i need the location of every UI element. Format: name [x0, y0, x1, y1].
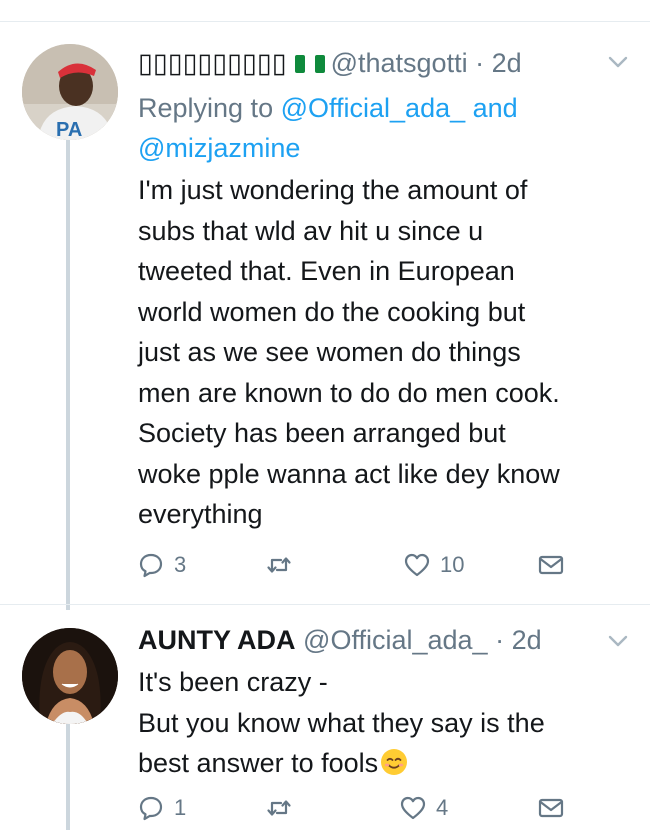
avatar-shirt-text: PA — [56, 119, 82, 140]
tweet-text: I'm just wondering the amount of subs th… — [138, 175, 560, 529]
reply-icon — [139, 796, 163, 821]
handle[interactable]: @Official_ada_ — [303, 625, 488, 655]
chevron-down-icon[interactable] — [607, 634, 629, 648]
retweet-button[interactable] — [266, 795, 302, 821]
envelope-icon — [538, 798, 564, 818]
reply-button[interactable]: 3 — [138, 552, 186, 578]
chevron-down-icon[interactable] — [607, 55, 629, 69]
top-divider — [0, 0, 650, 22]
dot-separator: · — [475, 48, 485, 78]
display-name[interactable]: ▯▯▯▯▯▯▯▯▯▯ — [138, 48, 287, 78]
avatar[interactable] — [22, 628, 118, 724]
tweet-divider — [0, 604, 650, 605]
timestamp[interactable]: 2d — [512, 625, 542, 655]
envelope-icon — [538, 555, 564, 575]
mention-link[interactable]: @Official_ada_ — [281, 93, 466, 123]
retweet-icon — [267, 557, 291, 573]
timestamp[interactable]: 2d — [492, 48, 522, 78]
tweet-actions: 3 10 — [138, 552, 578, 586]
nigeria-flag-icon — [294, 55, 325, 73]
reply-and[interactable]: and — [465, 93, 518, 123]
like-button[interactable]: 4 — [400, 795, 448, 821]
reply-icon — [139, 553, 163, 578]
smiling-face-icon — [381, 749, 408, 775]
heart-icon — [400, 796, 426, 820]
dm-button[interactable] — [538, 552, 564, 578]
retweet-icon — [267, 800, 291, 816]
tweet-text: It's been crazy - But you know what they… — [138, 662, 628, 784]
like-count: 4 — [436, 795, 449, 820]
display-name[interactable]: AUNTY ADA — [138, 625, 296, 655]
reply-count: 3 — [174, 552, 187, 577]
avatar[interactable]: PA — [22, 44, 118, 140]
dm-button[interactable] — [538, 795, 564, 821]
tweet-actions: 1 4 — [138, 795, 578, 829]
heart-icon — [404, 553, 430, 577]
tweet-header: ▯▯▯▯▯▯▯▯▯▯ @thatsgotti · 2d — [138, 46, 522, 80]
avatar-photo: PA — [22, 44, 118, 140]
mention-link[interactable]: @mizjazmine — [138, 133, 300, 163]
dot-separator: · — [495, 625, 505, 655]
tweet-text-content: It's been crazy - But you know what they… — [138, 667, 545, 778]
replying-to: Replying to @Official_ada_ and @mizjazmi… — [138, 88, 628, 168]
like-button[interactable]: 10 — [404, 552, 464, 578]
thread-line — [66, 724, 70, 830]
reply-count: 1 — [174, 795, 187, 820]
like-count: 10 — [440, 552, 465, 577]
avatar-photo — [22, 628, 118, 724]
thread-line — [66, 140, 70, 610]
retweet-button[interactable] — [266, 552, 302, 578]
reply-button[interactable]: 1 — [138, 795, 186, 821]
handle[interactable]: @thatsgotti — [331, 48, 468, 78]
replying-prefix: Replying to — [138, 93, 281, 123]
tweet-header: AUNTY ADA @Official_ada_ · 2d — [138, 623, 542, 657]
